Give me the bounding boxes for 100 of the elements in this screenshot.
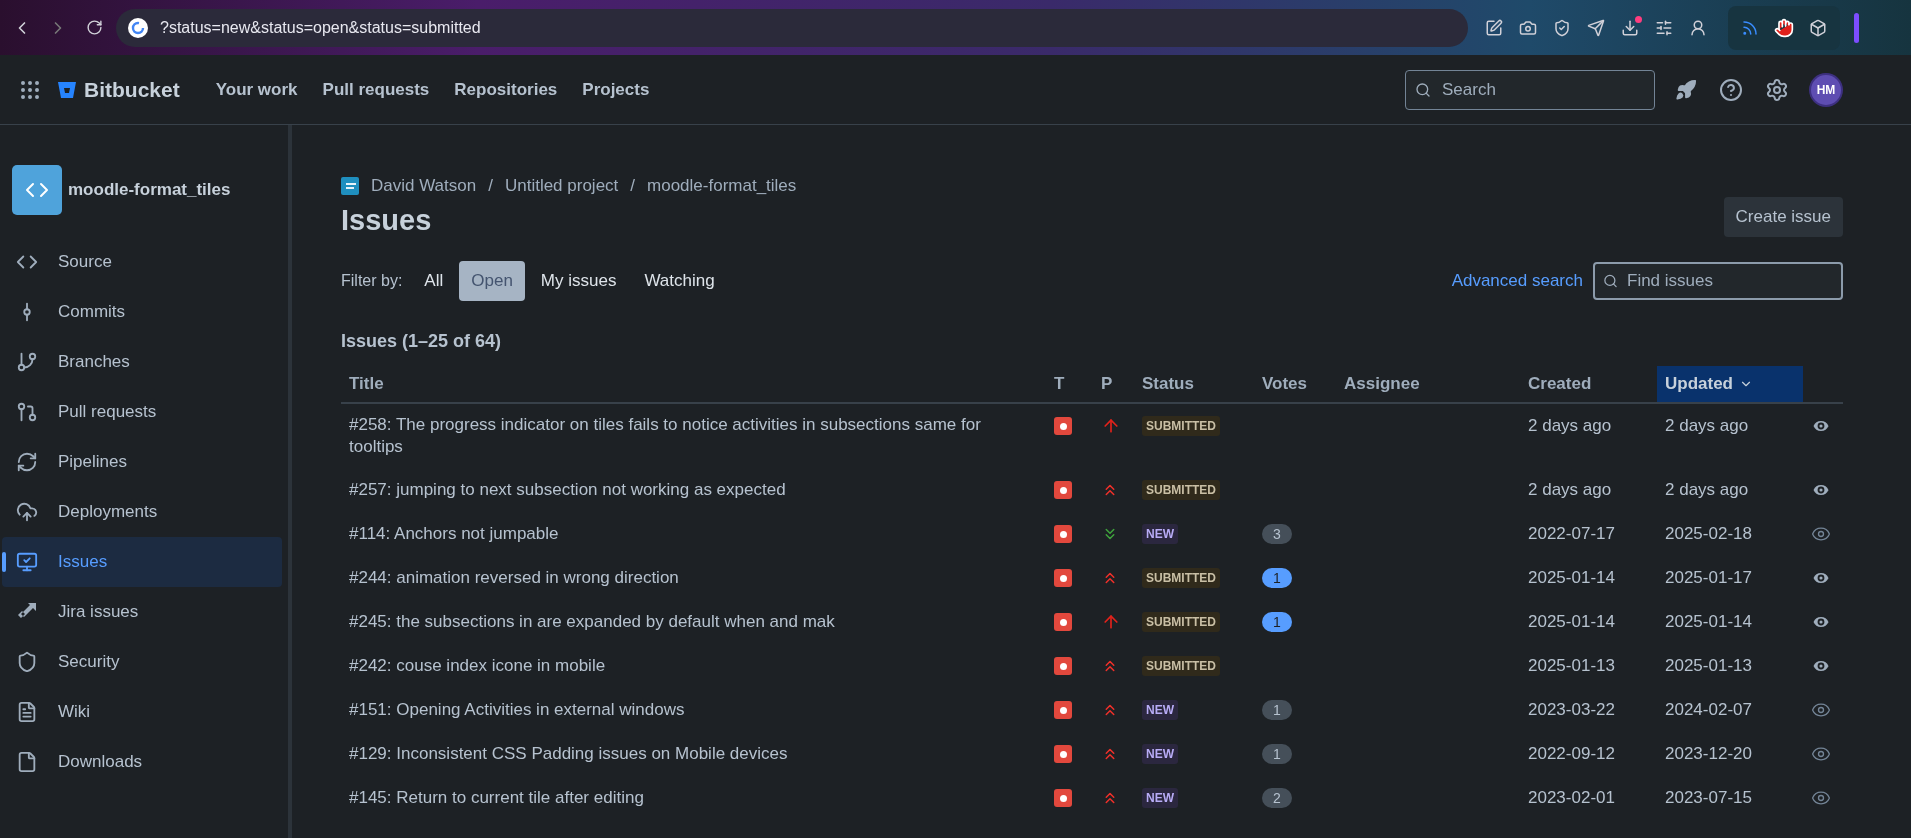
issue-title-link[interactable]: #151: Opening Activities in external windows [349, 699, 685, 721]
status-lozenge: SUBMITTED [1142, 480, 1220, 500]
sidebar-item[interactable]: Downloads [2, 737, 282, 787]
filter-button[interactable]: Watching [632, 261, 727, 301]
votes-count: 1 [1262, 568, 1292, 588]
sidebar-item[interactable]: Issues [2, 537, 282, 587]
status-lozenge: SUBMITTED [1142, 612, 1220, 632]
created-date: 2 days ago [1528, 416, 1612, 436]
sidebar-item[interactable]: Branches [2, 337, 282, 387]
updated-date: 2025-01-14 [1665, 612, 1752, 632]
signal-waves-icon[interactable] [1741, 18, 1759, 37]
address-bar[interactable]: ?status=new&status=open&status=submitted [116, 8, 1468, 47]
column-header[interactable]: Assignee [1336, 366, 1520, 402]
filter-button[interactable]: All [412, 261, 456, 301]
edit-icon[interactable] [1485, 18, 1503, 37]
shield-check-icon[interactable] [1553, 18, 1571, 37]
created-date: 2022-07-17 [1528, 524, 1615, 544]
issue-title-link[interactable]: #242: couse index icone in mobile [349, 655, 606, 677]
nav-link[interactable]: Projects [582, 79, 650, 100]
column-header[interactable]: T [1046, 366, 1093, 402]
filter-label: Filter by: [341, 272, 403, 290]
issue-title-link[interactable]: #244: animation reversed in wrong direction [349, 567, 679, 589]
votes-count: 2 [1262, 788, 1292, 808]
sidebar-item[interactable]: Pull requests [2, 387, 282, 437]
status-lozenge: NEW [1142, 788, 1178, 808]
user-avatar[interactable]: HM [1811, 74, 1841, 105]
breadcrumb-link[interactable]: Untitled project [504, 176, 619, 196]
send-icon[interactable] [1587, 18, 1605, 37]
find-issues-field[interactable]: Find issues [1593, 262, 1843, 300]
updated-date: 2024-02-07 [1665, 700, 1752, 720]
bug-icon [1054, 613, 1072, 631]
column-header[interactable]: Updated [1657, 366, 1803, 402]
bug-icon [1054, 569, 1072, 587]
cube-icon[interactable] [1809, 18, 1827, 37]
cloud-upload-icon [16, 501, 38, 523]
sidebar-item[interactable]: Pipelines [2, 437, 282, 487]
issue-title-link[interactable]: #257: jumping to next subsection not working as expected [349, 479, 786, 501]
bug-icon [1054, 745, 1072, 763]
issue-title-link[interactable]: #114: Anchors not jumpable [349, 523, 559, 545]
sidebar-item[interactable]: Security [2, 637, 282, 687]
breadcrumb-separator: / [488, 176, 493, 196]
status-lozenge: NEW [1142, 524, 1178, 544]
votes-count: 1 [1262, 700, 1292, 720]
updated-date: 2025-02-18 [1665, 524, 1752, 544]
code-icon [12, 165, 62, 215]
updated-date: 2025-01-17 [1665, 568, 1752, 588]
camera-icon[interactable] [1519, 18, 1537, 37]
sidebar-item[interactable]: Jira issues [2, 587, 282, 637]
search-field[interactable]: Search [1405, 69, 1655, 110]
nav-link[interactable]: Repositories [454, 79, 558, 100]
issue-title-link[interactable]: #245: the subsections in are expanded by default when and mak [349, 611, 835, 633]
column-header[interactable]: Status [1134, 366, 1254, 402]
updated-date: 2 days ago [1665, 480, 1749, 500]
votes-count: 1 [1262, 612, 1292, 632]
status-lozenge: NEW [1142, 744, 1178, 764]
page-title: Issues [341, 204, 432, 237]
document-icon [16, 701, 38, 723]
nav-link[interactable]: Pull requests [322, 79, 430, 100]
settings-icon[interactable] [1765, 77, 1789, 102]
bug-icon [1054, 789, 1072, 807]
create-issue-button[interactable]: Create issue [1723, 197, 1843, 237]
repository-name[interactable]: moodle-format_tiles [68, 180, 231, 200]
url-text: ?status=new&status=open&status=submitted [160, 18, 481, 37]
sidebar-item[interactable]: Commits [2, 287, 282, 337]
help-icon[interactable] [1719, 77, 1743, 102]
advanced-search-link[interactable]: Advanced search [1451, 271, 1583, 291]
issue-title-link[interactable]: #145: Return to current tile after editing [349, 787, 644, 809]
rocket-icon[interactable] [1675, 78, 1697, 101]
column-header[interactable]: Created [1520, 366, 1657, 402]
shield-icon [16, 651, 38, 673]
filter-button[interactable]: My issues [528, 261, 629, 301]
sliders-icon[interactable] [1655, 18, 1673, 37]
reload-icon[interactable] [85, 19, 103, 36]
column-header[interactable]: P [1093, 366, 1134, 402]
issue-title-link[interactable]: #129: Inconsistent CSS Padding issues on Mobile devices [349, 743, 788, 765]
created-date: 2023-02-01 [1528, 788, 1615, 808]
created-date: 2023-03-22 [1528, 700, 1615, 720]
created-date: 2022-09-12 [1528, 744, 1615, 764]
sidebar-item[interactable]: Deployments [2, 487, 282, 537]
nav-link[interactable]: Your work [215, 79, 298, 100]
column-header[interactable]: Title [341, 366, 1046, 402]
created-date: 2025-01-13 [1528, 656, 1615, 676]
bug-icon [1054, 657, 1072, 675]
sidebar-handle[interactable] [1854, 12, 1859, 43]
created-date: 2 days ago [1528, 480, 1612, 500]
issues-count: Issues (1–25 of 64) [341, 331, 503, 352]
breadcrumb-link[interactable]: David Watson [371, 176, 477, 196]
updated-date: 2025-01-13 [1665, 656, 1752, 676]
profile-icon[interactable] [1689, 18, 1707, 37]
filter-button[interactable]: Open [459, 261, 525, 301]
sidebar-item[interactable]: Source [2, 237, 282, 287]
breadcrumb-link[interactable]: moodle-format_tiles [647, 176, 797, 196]
hand-icon[interactable] [1774, 17, 1794, 38]
brand-name[interactable]: Bitbucket [84, 77, 180, 102]
project-avatar-icon [341, 177, 359, 195]
sidebar-item[interactable]: Wiki [2, 687, 282, 737]
file-icon [16, 751, 38, 773]
issue-title-link[interactable]: #258: The progress indicator on tiles fails to notice activities in subsections same for tooltips [349, 414, 1006, 458]
created-date: 2025-01-14 [1528, 568, 1615, 588]
column-header[interactable]: Votes [1254, 366, 1336, 402]
